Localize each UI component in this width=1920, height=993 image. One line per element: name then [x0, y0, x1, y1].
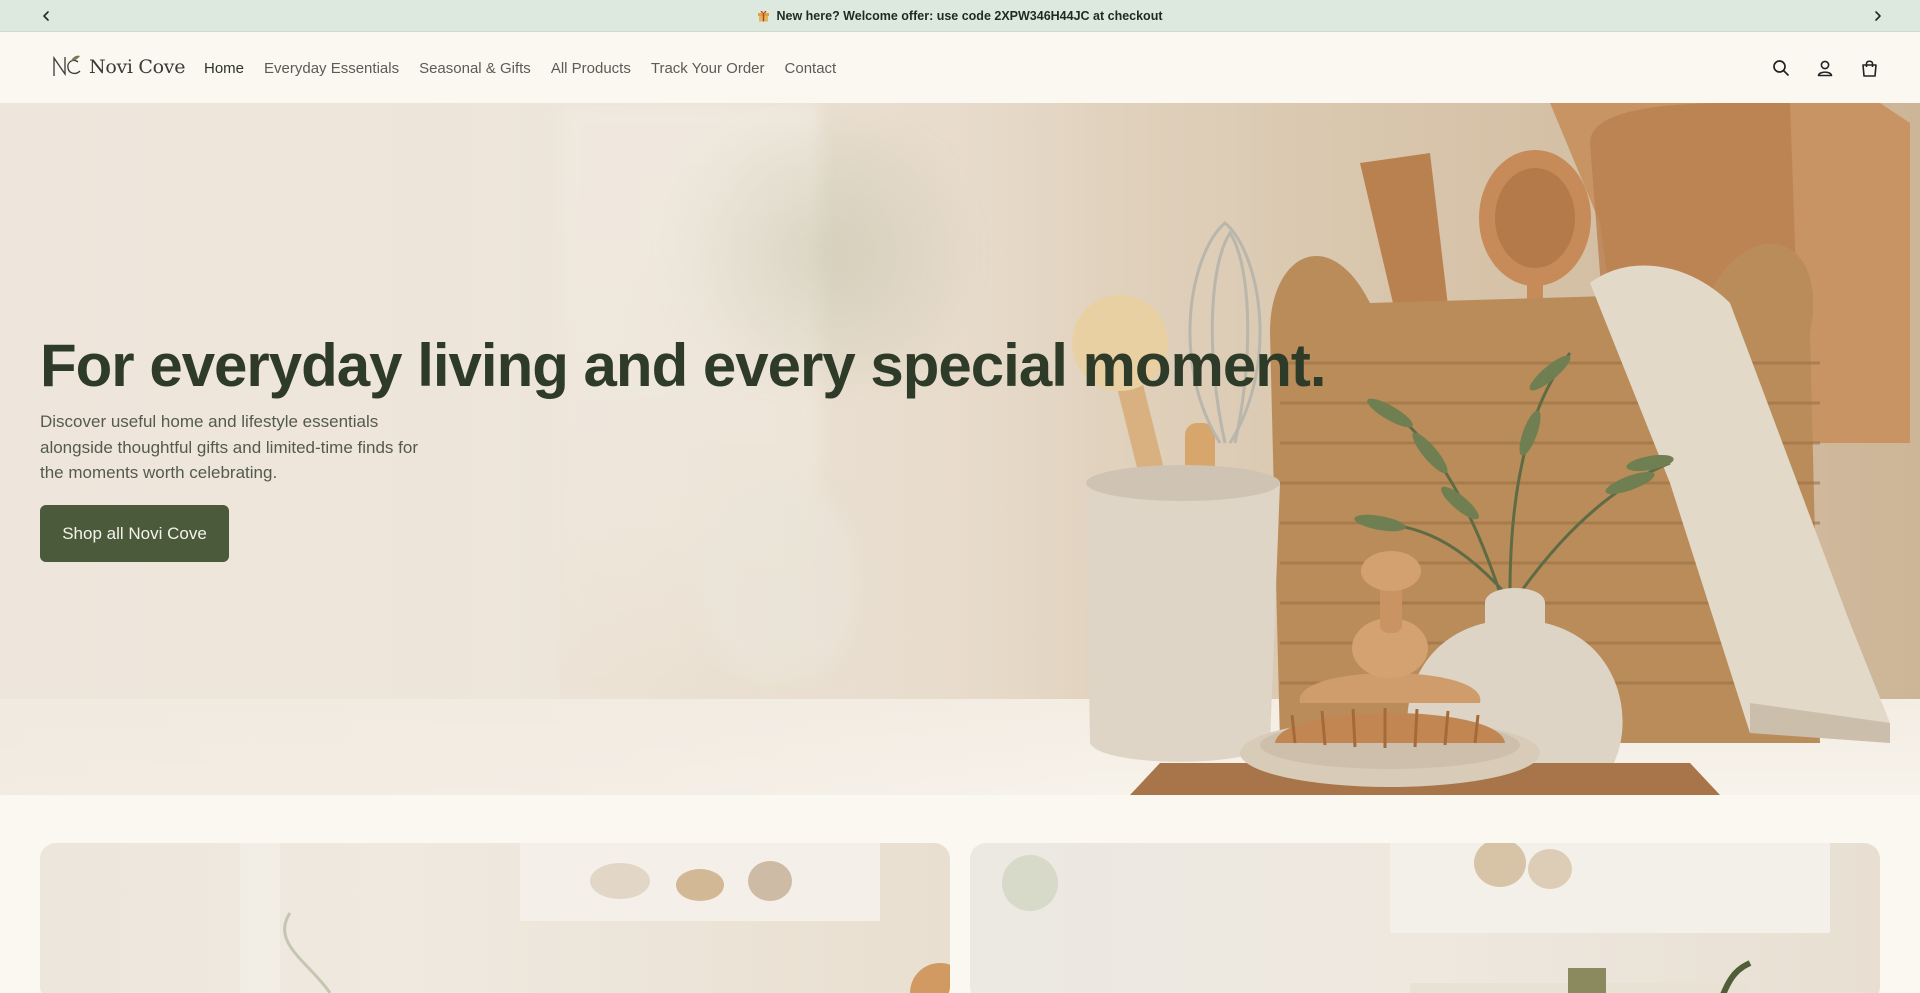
nav-item-everyday-essentials[interactable]: Everyday Essentials: [264, 60, 399, 77]
nav-item-seasonal-gifts[interactable]: Seasonal & Gifts: [419, 60, 531, 77]
hero-title: For everyday living and every special mo…: [40, 332, 1327, 399]
collection-card-everyday-image: [240, 843, 950, 993]
logo-mark-icon: [53, 55, 81, 77]
nav-item-all-products[interactable]: All Products: [551, 60, 631, 77]
account-button[interactable]: [1814, 57, 1836, 79]
brand-name: Novi Cove: [89, 56, 186, 78]
announcement-bar: New here? Welcome offer: use code 2XPW34…: [0, 0, 1920, 32]
collection-card-seasonal[interactable]: [970, 843, 1880, 993]
shop-all-button[interactable]: Shop all Novi Cove: [40, 505, 229, 562]
nav-item-track-order[interactable]: Track Your Order: [651, 60, 765, 77]
announcement-prev-button[interactable]: [30, 0, 62, 32]
hero-banner: For everyday living and every special mo…: [0, 103, 1920, 795]
header-actions: [1770, 33, 1880, 103]
cart-button[interactable]: [1858, 57, 1880, 79]
announcement-next-button[interactable]: [1862, 0, 1894, 32]
collection-card-seasonal-image: [1002, 843, 1830, 993]
hero-subtitle: Discover useful home and lifestyle essen…: [40, 412, 418, 482]
nav-item-contact[interactable]: Contact: [785, 60, 837, 77]
brand-logo[interactable]: Novi Cove: [51, 52, 185, 82]
chevron-right-icon: [1875, 11, 1881, 21]
gift-icon: [757, 9, 770, 22]
announcement-message: New here? Welcome offer: use code 2XPW34…: [757, 8, 1163, 23]
chevron-left-icon: [43, 11, 49, 21]
main-nav: Home Everyday Essentials Seasonal & Gift…: [204, 33, 856, 103]
collection-card-everyday[interactable]: [40, 843, 950, 993]
search-button[interactable]: [1770, 57, 1792, 79]
hero-still-life-image: [1072, 103, 1910, 795]
account-icon: [1817, 60, 1833, 77]
collection-cards: [40, 843, 1880, 993]
nav-item-home[interactable]: Home: [204, 60, 244, 77]
announcement-text: New here? Welcome offer: use code 2XPW34…: [776, 8, 1163, 23]
cart-icon: [1861, 59, 1877, 77]
search-icon: [1773, 60, 1789, 76]
site-header: Novi Cove Home Everyday Essentials Seaso…: [0, 33, 1920, 103]
